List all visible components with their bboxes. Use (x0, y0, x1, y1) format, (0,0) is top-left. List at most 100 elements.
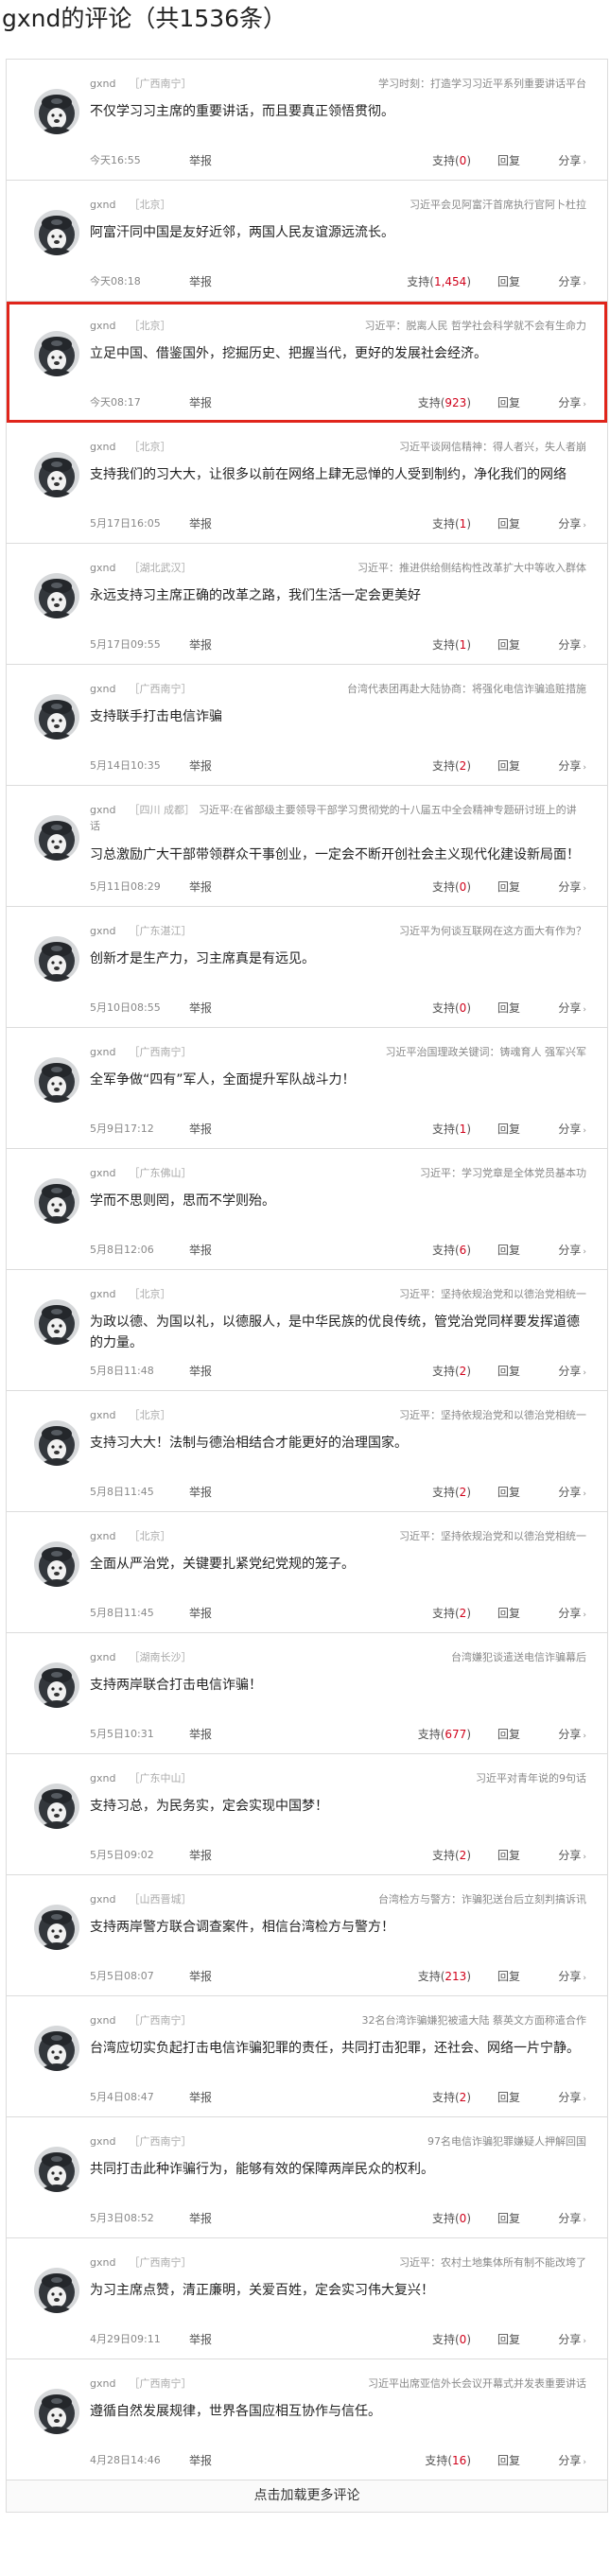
share-button[interactable]: 分享 › (558, 1121, 586, 1137)
avatar[interactable] (34, 1057, 79, 1103)
support-button[interactable]: 支持(923) (418, 394, 471, 410)
reply-button[interactable]: 回复 (497, 2210, 520, 2226)
reply-button[interactable]: 回复 (497, 394, 520, 410)
report-button[interactable]: 举报 (189, 879, 212, 895)
article-topic-link[interactable]: 习近平：农村土地集体所有制不能改垮了 (393, 2254, 586, 2270)
reply-button[interactable]: 回复 (497, 2331, 520, 2347)
report-button[interactable]: 举报 (189, 1605, 212, 1621)
share-button[interactable]: 分享 › (558, 273, 586, 289)
support-button[interactable]: 支持(0) (432, 1000, 471, 1016)
article-topic-link[interactable]: 习近平：坚持依规治党和以德治党相统一 (393, 1286, 586, 1301)
article-topic-link[interactable]: 台湾嫌犯谈遣送电信诈骗幕后 (445, 1649, 586, 1664)
article-topic-link[interactable]: 学习时刻：打造学习习近平系列重要讲话平台 (373, 76, 586, 91)
support-button[interactable]: 支持(213) (418, 1968, 471, 1984)
username-link[interactable]: gxnd (90, 1530, 115, 1542)
username-link[interactable]: gxnd (90, 1167, 115, 1179)
article-topic-link[interactable]: 台湾检方与警方：诈骗犯送台后立刻判搞诉讯 (373, 1891, 586, 1906)
report-button[interactable]: 举报 (189, 2331, 212, 2347)
username-link[interactable]: gxnd (90, 562, 115, 574)
avatar[interactable] (34, 2389, 79, 2434)
share-button[interactable]: 分享 › (558, 2089, 586, 2105)
report-button[interactable]: 举报 (189, 152, 212, 168)
username-link[interactable]: gxnd (90, 683, 115, 695)
reply-button[interactable]: 回复 (497, 1726, 520, 1742)
avatar[interactable] (34, 331, 79, 376)
reply-button[interactable]: 回复 (497, 1242, 520, 1258)
support-button[interactable]: 支持(0) (432, 152, 471, 168)
load-more-button[interactable]: 点击加载更多评论 (7, 2480, 607, 2513)
username-link[interactable]: gxnd (90, 804, 115, 816)
reply-button[interactable]: 回复 (497, 515, 520, 531)
share-button[interactable]: 分享 › (558, 2210, 586, 2226)
username-link[interactable]: gxnd (90, 441, 115, 453)
report-button[interactable]: 举报 (189, 2452, 212, 2468)
avatar[interactable] (34, 89, 79, 134)
reply-button[interactable]: 回复 (497, 2089, 520, 2105)
article-topic-link[interactable]: 习近平谈网信精神：得人者兴，失人者崩 (393, 439, 586, 454)
reply-button[interactable]: 回复 (497, 1847, 520, 1863)
share-button[interactable]: 分享 › (558, 394, 586, 410)
report-button[interactable]: 举报 (189, 1726, 212, 1742)
share-button[interactable]: 分享 › (558, 1847, 586, 1863)
support-button[interactable]: 支持(677) (418, 1726, 471, 1742)
support-button[interactable]: 支持(2) (432, 1847, 471, 1863)
avatar[interactable] (34, 1541, 79, 1587)
reply-button[interactable]: 回复 (497, 1968, 520, 1984)
share-button[interactable]: 分享 › (558, 1000, 586, 1016)
share-button[interactable]: 分享 › (558, 152, 586, 168)
support-button[interactable]: 支持(6) (432, 1242, 471, 1258)
support-button[interactable]: 支持(1) (432, 1121, 471, 1137)
report-button[interactable]: 举报 (189, 1484, 212, 1500)
article-topic-link[interactable]: 习近平：脱离人民 哲学社会科学就不会有生命力 (358, 318, 586, 333)
report-button[interactable]: 举报 (189, 1847, 212, 1863)
article-topic-link[interactable]: 习近平：坚持依规治党和以德治党相统一 (393, 1407, 586, 1422)
support-button[interactable]: 支持(0) (432, 2331, 471, 2347)
support-button[interactable]: 支持(2) (432, 1484, 471, 1500)
report-button[interactable]: 举报 (189, 1000, 212, 1016)
share-button[interactable]: 分享 › (558, 757, 586, 774)
support-button[interactable]: 支持(2) (432, 1363, 471, 1379)
reply-button[interactable]: 回复 (497, 1000, 520, 1016)
article-topic-link[interactable]: 习近平为何谈互联网在这方面大有作为？ (393, 923, 586, 938)
support-button[interactable]: 支持(1,454) (407, 273, 471, 289)
share-button[interactable]: 分享 › (558, 1726, 586, 1742)
reply-button[interactable]: 回复 (497, 273, 520, 289)
username-link[interactable]: gxnd (90, 1893, 115, 1906)
reply-button[interactable]: 回复 (497, 1121, 520, 1137)
reply-button[interactable]: 回复 (497, 1484, 520, 1500)
share-button[interactable]: 分享 › (558, 1968, 586, 1984)
report-button[interactable]: 举报 (189, 1242, 212, 1258)
report-button[interactable]: 举报 (189, 636, 212, 653)
username-link[interactable]: gxnd (90, 199, 115, 211)
avatar[interactable] (34, 452, 79, 497)
article-topic-link[interactable]: 32名台湾诈骗嫌犯被遣大陆 蔡英文方面称遣合作 (356, 2012, 586, 2028)
share-button[interactable]: 分享 › (558, 1605, 586, 1621)
support-button[interactable]: 支持(2) (432, 1605, 471, 1621)
share-button[interactable]: 分享 › (558, 1484, 586, 1500)
article-topic-link[interactable]: 习近平出席亚信外长会议开幕式并发表重要讲话 (362, 2376, 586, 2391)
reply-button[interactable]: 回复 (497, 1363, 520, 1379)
reply-button[interactable]: 回复 (497, 2452, 520, 2468)
username-link[interactable]: gxnd (90, 1046, 115, 1058)
support-button[interactable]: 支持(1) (432, 636, 471, 653)
report-button[interactable]: 举报 (189, 2089, 212, 2105)
support-button[interactable]: 支持(2) (432, 757, 471, 774)
support-button[interactable]: 支持(0) (432, 2210, 471, 2226)
avatar[interactable] (34, 1905, 79, 1950)
share-button[interactable]: 分享 › (558, 1242, 586, 1258)
avatar[interactable] (34, 2147, 79, 2192)
username-link[interactable]: gxnd (90, 925, 115, 937)
support-button[interactable]: 支持(0) (432, 879, 471, 895)
username-link[interactable]: gxnd (90, 1288, 115, 1300)
share-button[interactable]: 分享 › (558, 879, 586, 895)
report-button[interactable]: 举报 (189, 1363, 212, 1379)
username-link[interactable]: gxnd (90, 1651, 115, 1663)
avatar[interactable] (34, 694, 79, 740)
report-button[interactable]: 举报 (189, 273, 212, 289)
username-link[interactable]: gxnd (90, 78, 115, 90)
share-button[interactable]: 分享 › (558, 2331, 586, 2347)
article-topic-link[interactable]: 习近平对青年说的9句话 (470, 1770, 586, 1785)
support-button[interactable]: 支持(2) (432, 2089, 471, 2105)
username-link[interactable]: gxnd (90, 2014, 115, 2027)
avatar[interactable] (34, 1662, 79, 1708)
